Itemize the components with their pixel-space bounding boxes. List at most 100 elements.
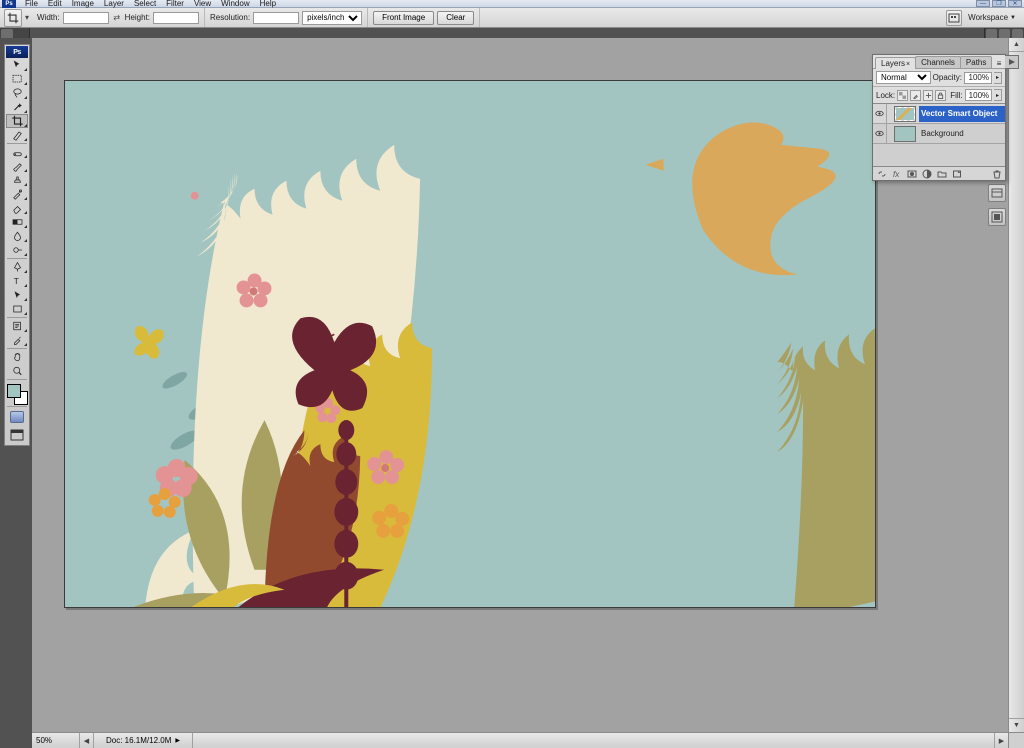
document-info[interactable]: Doc: 16.1M/12.0M▶ (94, 733, 193, 748)
menu-layer[interactable]: Layer (99, 0, 129, 8)
eyedropper-tool[interactable] (6, 333, 28, 347)
marquee-tool[interactable] (6, 72, 28, 86)
menu-file[interactable]: File (20, 0, 43, 8)
lock-pixels-icon[interactable] (910, 90, 921, 101)
hand-tool[interactable] (6, 350, 28, 364)
opacity-spinner[interactable]: ▸ (994, 72, 1002, 84)
panel-dock-left[interactable] (0, 28, 30, 38)
tab-channels[interactable]: Channels (915, 56, 961, 68)
zoom-tool[interactable] (6, 364, 28, 378)
scroll-up-arrow-icon[interactable]: ▲ (1009, 38, 1024, 52)
height-input[interactable] (153, 12, 199, 24)
document-canvas[interactable] (64, 80, 876, 608)
collapsed-panel-button-2[interactable] (988, 208, 1006, 226)
layer-style-icon[interactable]: fx (890, 168, 903, 179)
screen-mode-toggle[interactable] (6, 428, 28, 442)
window-controls: — ❐ ✕ (976, 0, 1022, 7)
menu-view[interactable]: View (189, 0, 216, 8)
menu-image[interactable]: Image (67, 0, 99, 8)
new-layer-icon[interactable] (950, 168, 963, 179)
width-input[interactable] (63, 12, 109, 24)
lock-label: Lock: (876, 91, 895, 100)
lasso-tool[interactable] (6, 86, 28, 100)
layer-thumbnail[interactable] (894, 126, 916, 142)
blur-tool[interactable] (6, 229, 28, 243)
window-close-button[interactable]: ✕ (1008, 0, 1022, 7)
shape-tool[interactable] (6, 302, 28, 316)
panel-collapse-button[interactable] (1005, 55, 1019, 69)
blend-mode-select[interactable]: Normal (876, 71, 931, 84)
workspace-switcher[interactable]: Workspace▼ (968, 13, 1016, 22)
resolution-input[interactable] (253, 12, 299, 24)
type-tool[interactable]: T (6, 274, 28, 288)
layers-panel: Layers× Channels Paths ≡ Normal Opacity:… (872, 54, 1006, 181)
layers-panel-footer: fx (873, 166, 1005, 180)
foreground-color-swatch[interactable] (7, 384, 21, 398)
delete-layer-icon[interactable] (990, 168, 1003, 179)
resolution-units-select[interactable]: pixels/inch (302, 11, 362, 25)
magic-wand-tool[interactable] (6, 100, 28, 114)
brush-tool[interactable] (6, 159, 28, 173)
layer-name[interactable]: Background (919, 126, 1005, 142)
menu-edit[interactable]: Edit (43, 0, 67, 8)
crop-tool[interactable] (6, 114, 28, 128)
layer-name[interactable]: Vector Smart Object (919, 106, 1005, 122)
vertical-scrollbar[interactable]: ▲ ▼ (1008, 38, 1024, 732)
collapsed-panels-well (988, 184, 1006, 226)
scroll-corner (1008, 732, 1024, 748)
toolbox: Ps T (4, 44, 30, 446)
window-minimize-button[interactable]: — (976, 0, 990, 7)
color-swatches[interactable] (6, 383, 28, 405)
go-to-bridge-icon[interactable] (946, 10, 962, 26)
scroll-right-arrow-icon[interactable]: ▶ (994, 733, 1008, 748)
swap-dimensions-icon[interactable]: ⇄ (112, 13, 122, 22)
chevron-down-icon[interactable]: ▾ (22, 13, 32, 22)
scroll-left-arrow-icon[interactable]: ◀ (80, 733, 94, 748)
fill-value[interactable]: 100% (965, 89, 992, 101)
lock-all-icon[interactable] (935, 90, 946, 101)
crop-tool-icon[interactable] (4, 9, 22, 27)
link-layers-icon[interactable] (875, 168, 888, 179)
layer-mask-icon[interactable] (905, 168, 918, 179)
adjustment-layer-icon[interactable] (920, 168, 933, 179)
gradient-tool[interactable] (6, 215, 28, 229)
pen-tool[interactable] (6, 260, 28, 274)
path-selection-tool[interactable] (6, 288, 28, 302)
tab-layers[interactable]: Layers× (875, 57, 916, 69)
tab-paths[interactable]: Paths (960, 56, 992, 68)
collapsed-panel-button-1[interactable] (988, 184, 1006, 202)
panel-dock-right[interactable] (984, 28, 1024, 38)
layer-thumbnail[interactable] (894, 106, 916, 122)
opacity-value[interactable]: 100% (964, 72, 992, 84)
layer-row[interactable]: Vector Smart Object (873, 104, 1005, 124)
options-bar: ▾ Width: ⇄ Height: Resolution: pixels/in… (0, 8, 1024, 28)
visibility-eye-icon[interactable] (873, 124, 887, 144)
front-image-button[interactable]: Front Image (373, 11, 434, 25)
history-brush-tool[interactable] (6, 187, 28, 201)
scroll-down-arrow-icon[interactable]: ▼ (1009, 718, 1024, 732)
clone-stamp-tool[interactable] (6, 173, 28, 187)
layer-row[interactable]: Background (873, 124, 1005, 144)
clear-button[interactable]: Clear (437, 11, 474, 25)
slice-tool[interactable] (6, 128, 28, 142)
panel-menu-icon[interactable]: ≡ (993, 59, 1005, 68)
window-maximize-button[interactable]: ❐ (992, 0, 1006, 7)
menu-help[interactable]: Help (255, 0, 281, 8)
quick-mask-toggle[interactable] (6, 410, 28, 424)
notes-tool[interactable] (6, 319, 28, 333)
zoom-level[interactable]: 50% (32, 733, 80, 748)
move-tool[interactable] (6, 58, 28, 72)
eraser-tool[interactable] (6, 201, 28, 215)
lock-position-icon[interactable] (923, 90, 934, 101)
healing-brush-tool[interactable] (6, 145, 28, 159)
visibility-eye-icon[interactable] (873, 104, 887, 124)
new-group-icon[interactable] (935, 168, 948, 179)
dodge-tool[interactable] (6, 243, 28, 257)
toolbox-header[interactable]: Ps (6, 46, 28, 58)
fill-spinner[interactable]: ▸ (994, 89, 1002, 101)
status-bar: 50% ◀ Doc: 16.1M/12.0M▶ ▶ (32, 732, 1008, 748)
menu-filter[interactable]: Filter (161, 0, 189, 8)
menu-window[interactable]: Window (216, 0, 254, 8)
lock-transparency-icon[interactable] (897, 90, 908, 101)
menu-select[interactable]: Select (129, 0, 161, 8)
